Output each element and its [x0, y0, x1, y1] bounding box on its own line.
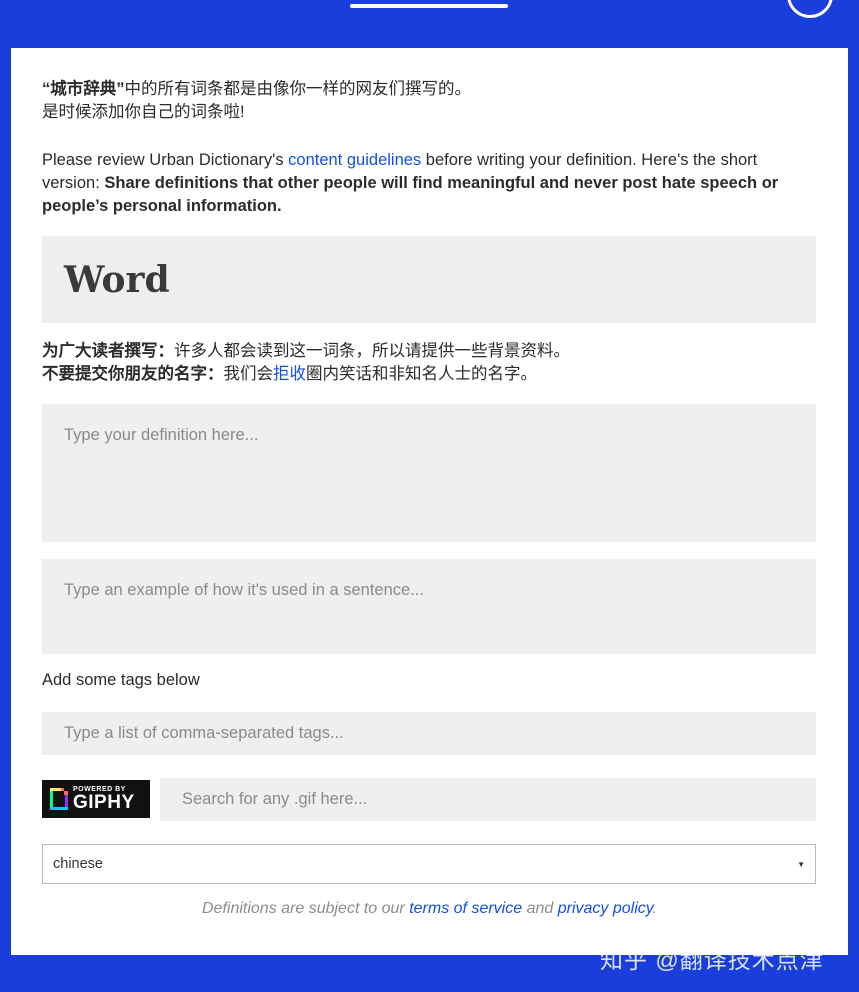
- footnote-prefix: Definitions are subject to our: [201, 900, 410, 917]
- add-definition-form: “城市辞典”中的所有词条都是由像你一样的网友们撰写的。 是时候添加你自己的词条啦…: [11, 48, 848, 955]
- giphy-mark-icon: [50, 788, 68, 810]
- page: { "header": { "tab_indicator": "", "prof…: [0, 0, 859, 992]
- language-select[interactable]: chinese ▼: [42, 844, 816, 884]
- intro-line2: 是时候添加你自己的词条啦!: [42, 103, 245, 121]
- review-short-version: Share definitions that other people will…: [42, 174, 779, 215]
- terms-footnote: Definitions are subject to our terms of …: [11, 900, 848, 918]
- content-guidelines-link[interactable]: content guidelines: [288, 151, 421, 169]
- guidance-title-1: 为广大读者撰写：: [42, 342, 174, 360]
- definition-input[interactable]: [42, 404, 816, 542]
- giphy-brand: GIPHY: [73, 792, 135, 813]
- word-input[interactable]: Word: [42, 236, 816, 323]
- guidance-text-2b: 圈内笑话和非知名人士的名字。: [306, 365, 537, 383]
- guidance-text-1: 许多人都会读到这一词条，所以请提供一些背景资料。: [174, 342, 570, 360]
- gif-search-input[interactable]: [160, 778, 816, 821]
- review-guidelines: Please review Urban Dictionary's content…: [42, 149, 812, 218]
- terms-of-service-link[interactable]: terms of service: [409, 900, 522, 917]
- giphy-logo: POWERED BY GIPHY: [42, 780, 150, 818]
- active-tab-indicator: [350, 4, 508, 8]
- intro-title: “城市辞典”: [42, 80, 125, 98]
- tags-input[interactable]: [42, 712, 816, 755]
- profile-icon[interactable]: [787, 0, 833, 18]
- example-input[interactable]: [42, 559, 816, 654]
- tags-label: Add some tags below: [42, 671, 200, 689]
- footnote-middle: and: [522, 900, 558, 917]
- guidance-title-2: 不要提交你朋友的名字：: [42, 365, 224, 383]
- privacy-policy-link[interactable]: privacy policy: [558, 900, 653, 917]
- footnote-suffix: .: [652, 900, 658, 917]
- review-prefix: Please review Urban Dictionary's: [42, 151, 289, 169]
- language-selected: chinese: [53, 856, 103, 872]
- caret-down-icon: ▼: [797, 859, 805, 869]
- reject-link[interactable]: 拒收: [273, 365, 306, 383]
- writing-guidance: 为广大读者撰写：许多人都会读到这一词条，所以请提供一些背景资料。 不要提交你朋友…: [42, 340, 822, 386]
- intro-line1: 中的所有词条都是由像你一样的网友们撰写的。: [124, 80, 472, 98]
- watermark: 知乎 @翻译技术点津: [600, 947, 824, 973]
- guidance-text-2a: 我们会: [223, 365, 274, 383]
- intro-text: “城市辞典”中的所有词条都是由像你一样的网友们撰写的。 是时候添加你自己的词条啦…: [42, 78, 822, 124]
